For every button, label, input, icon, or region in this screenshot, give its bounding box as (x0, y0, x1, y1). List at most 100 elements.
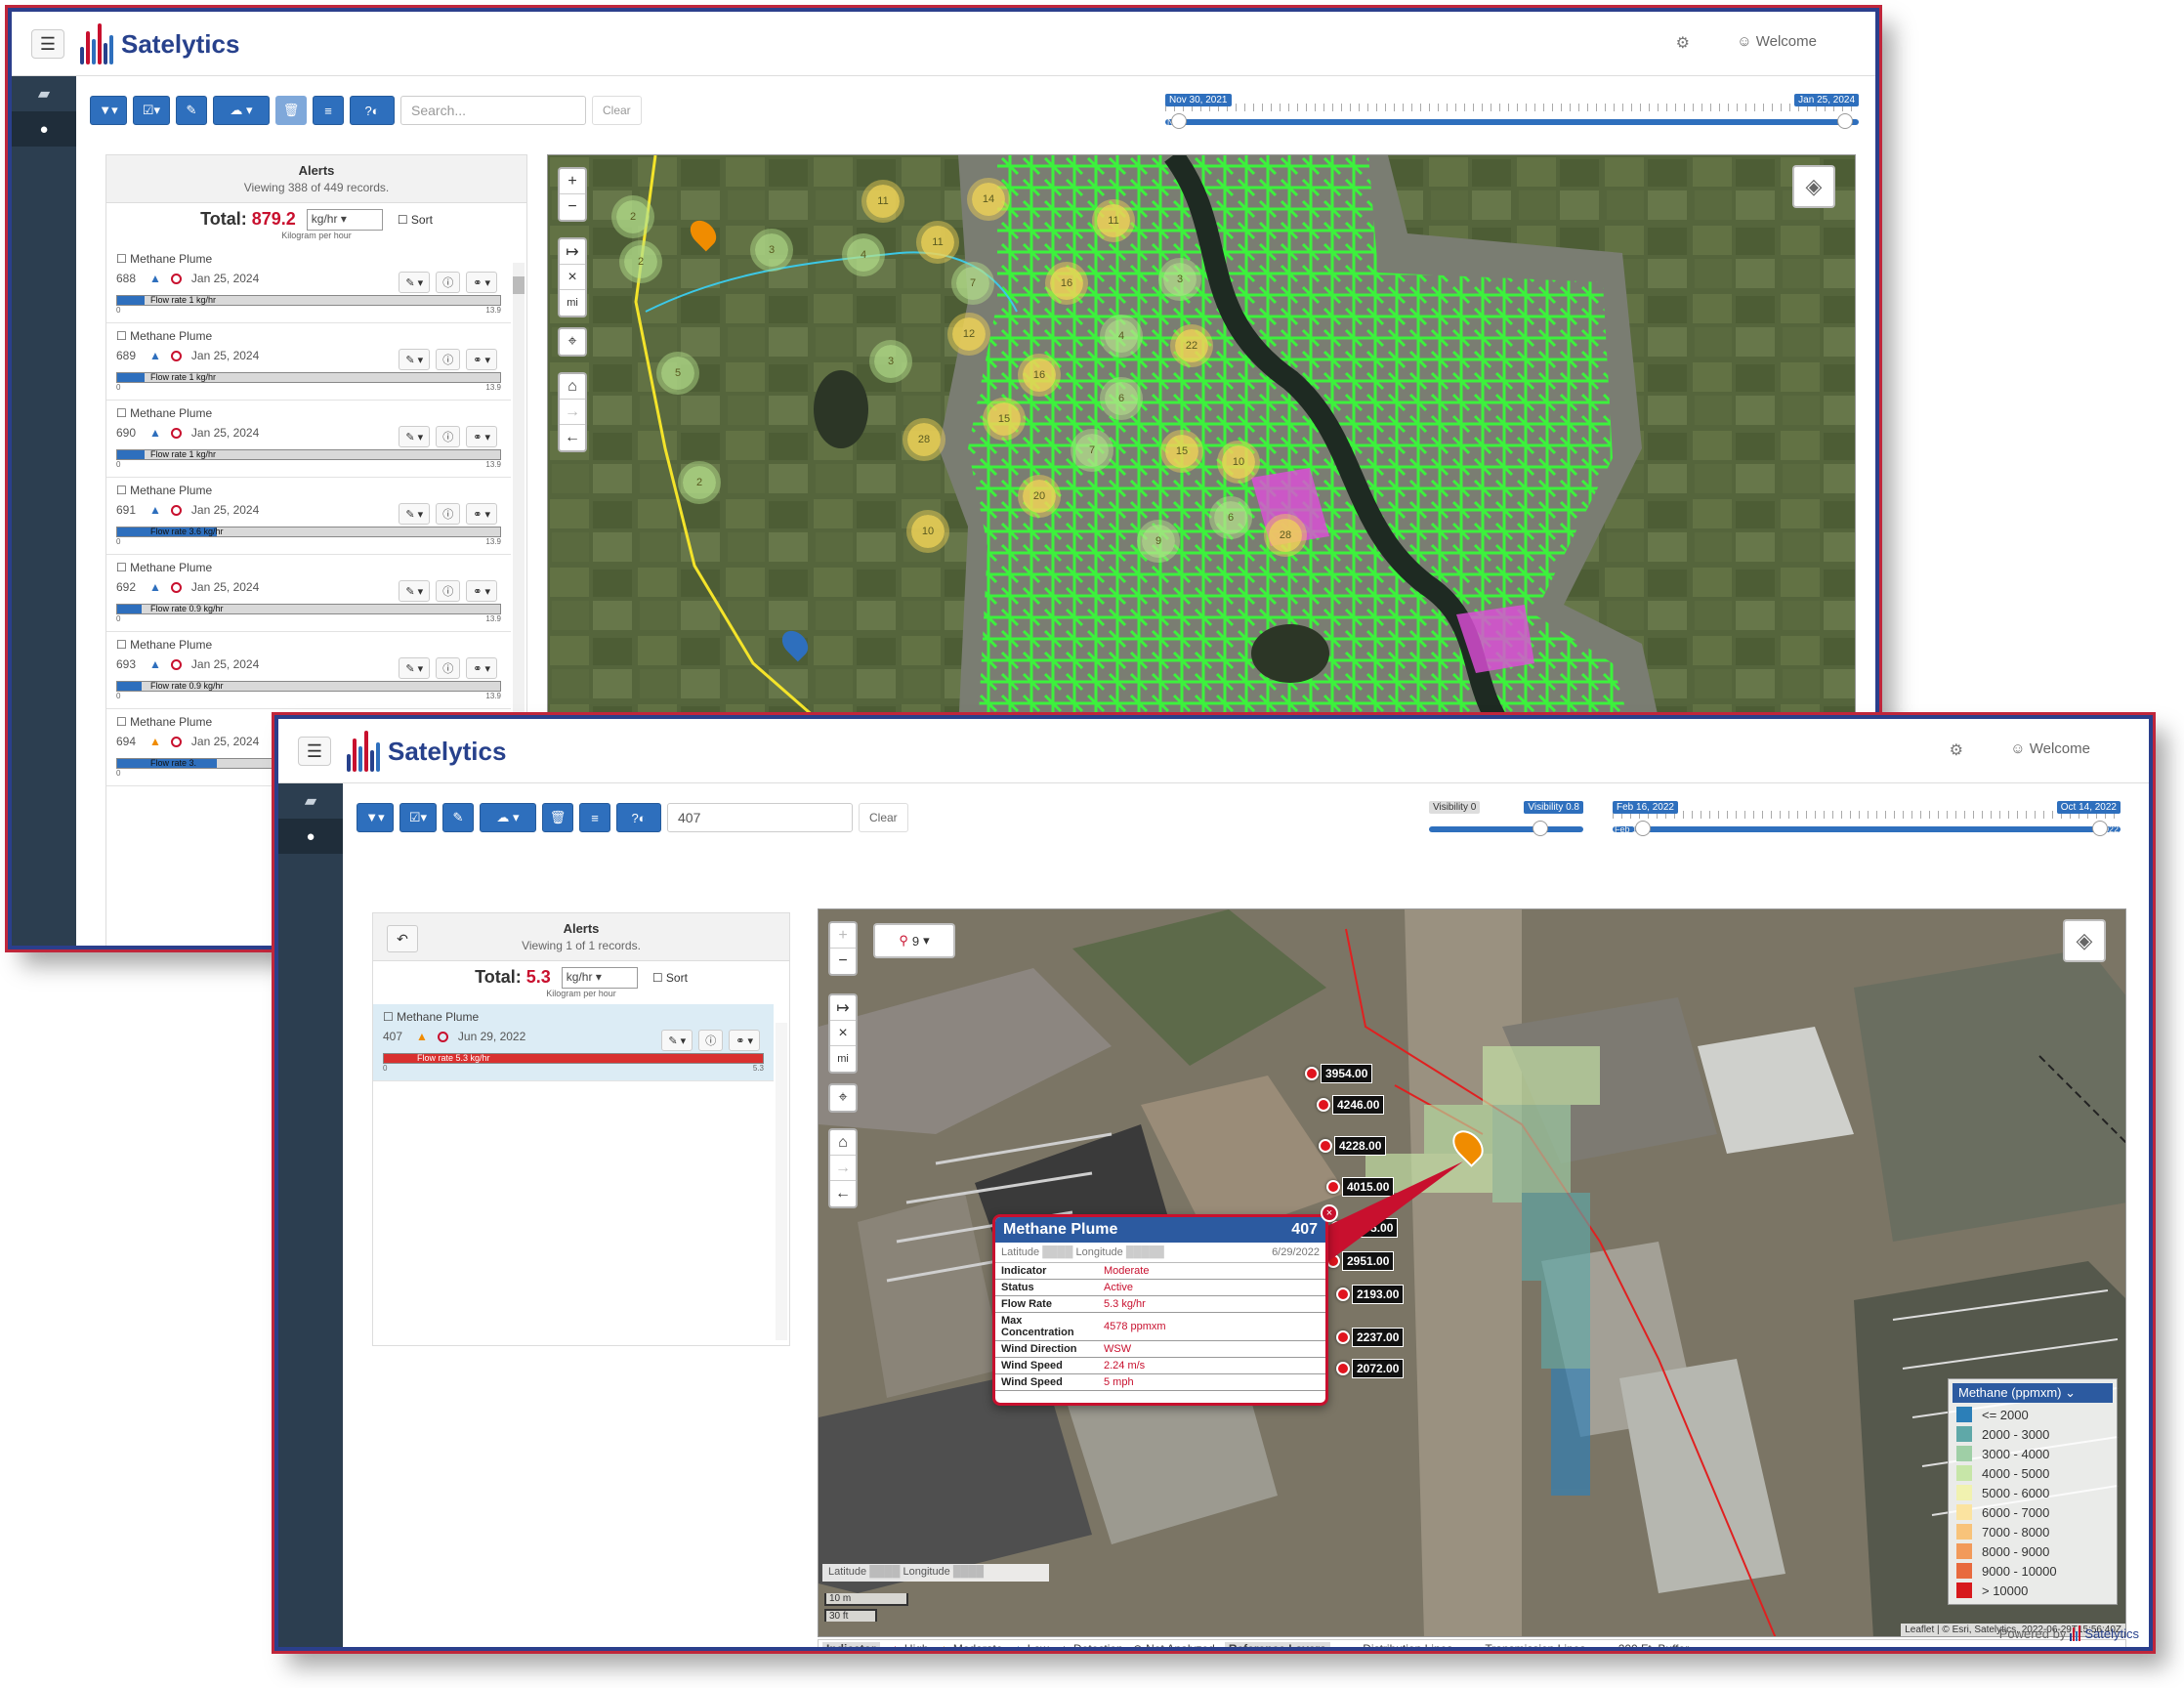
cluster-marker[interactable]: 15 (987, 402, 1021, 436)
cluster-marker[interactable]: 3 (874, 345, 907, 378)
welcome-link[interactable]: ☺ Welcome (1737, 33, 1817, 50)
alerts-scrollbar[interactable] (776, 1023, 787, 1340)
cluster-marker[interactable]: 6 (1105, 382, 1138, 415)
check-button[interactable]: ☑▾ (399, 803, 437, 832)
reading-marker[interactable]: 2237.00 (1336, 1328, 1405, 1347)
cluster-marker[interactable]: 2 (616, 200, 650, 233)
cluster-marker[interactable]: 20 (1023, 480, 1056, 513)
visibility-handle[interactable] (1532, 821, 1548, 836)
edit-button[interactable]: ✎ ▾ (399, 349, 431, 371)
cluster-marker[interactable]: 10 (1222, 445, 1255, 479)
reading-marker[interactable]: 3954.00 (1305, 1064, 1373, 1083)
reading-marker[interactable]: 4015.00 (1326, 1177, 1395, 1197)
cluster-marker[interactable]: 22 (1175, 329, 1208, 362)
cloud-button[interactable]: ☁ ▾ (213, 96, 270, 125)
cluster-marker[interactable]: 2 (683, 466, 716, 499)
cluster-marker[interactable]: 12 (952, 317, 986, 351)
search-input[interactable]: 407 (667, 803, 853, 832)
filter-button[interactable]: ▼▾ (90, 96, 127, 125)
item-checkbox[interactable]: ☐ Methane Plume (116, 561, 501, 574)
edit-button[interactable]: ✎ ▾ (399, 580, 431, 603)
date-slider[interactable]: Nov 30, 2021 Jan 25, 2024 Nov (1165, 94, 1859, 133)
menu-icon[interactable]: ☰ (298, 737, 331, 766)
back-icon[interactable]: ← (830, 1181, 856, 1206)
item-checkbox[interactable]: ☐ Methane Plume (116, 329, 501, 343)
legend-title[interactable]: Methane (ppmxm) ⌄ (1953, 1383, 2113, 1403)
cluster-marker[interactable]: 11 (866, 185, 900, 218)
zoom-in-button[interactable]: + (560, 169, 585, 194)
clear-button[interactable]: Clear (859, 803, 908, 832)
close-icon[interactable]: × (1321, 1204, 1338, 1222)
edit-button[interactable]: ✎ ▾ (399, 272, 431, 294)
binoculars-button[interactable]: ⚭ ▾ (466, 503, 497, 526)
filter-button[interactable]: ▼▾ (357, 803, 394, 832)
item-checkbox[interactable]: ☐ Methane Plume (383, 1010, 764, 1024)
list-button[interactable]: ≡ (579, 803, 610, 832)
info-button[interactable]: ⓘ (436, 349, 461, 371)
home-icon[interactable]: ⌂ (560, 374, 585, 400)
list-button[interactable]: ≡ (313, 96, 344, 125)
reading-marker[interactable]: 4246.00 (1317, 1095, 1385, 1115)
item-checkbox[interactable]: ☐ Methane Plume (116, 484, 501, 497)
welcome-link[interactable]: ☺ Welcome (2010, 740, 2090, 757)
list-item[interactable]: ☐ Methane Plume 693 ▲ Jan 25, 2024 ✎ ▾ ⓘ ⚭ ▾ Fl… (106, 632, 511, 710)
forward-icon[interactable]: → (830, 1156, 856, 1181)
map-overview[interactable]: 2 2 3 4 11 14 11 11 7 16 3 12 3 4 22 5 16 6 15 28 7 15 10 2 20 6 1… (547, 154, 1856, 731)
cluster-marker[interactable]: 6 (1214, 501, 1247, 534)
date-slider[interactable]: Feb 16, 2022 Oct 14, 2022 Feb 1... 2022 (1613, 801, 2121, 840)
binoculars-button[interactable]: ⚭ ▾ (466, 580, 497, 603)
cluster-marker[interactable]: 16 (1023, 359, 1056, 392)
cluster-marker[interactable]: 14 (972, 183, 1005, 216)
cluster-marker[interactable]: 5 (661, 357, 694, 390)
reading-marker[interactable]: 4228.00 (1319, 1136, 1387, 1156)
layers-icon[interactable]: ◈ (2063, 919, 2106, 962)
clear-button[interactable]: Clear (592, 96, 642, 125)
help-toggle-button[interactable]: ?◐ (350, 96, 395, 125)
binoculars-button[interactable]: ⚭ ▾ (466, 657, 497, 680)
droplet-icon[interactable]: ● (12, 111, 76, 147)
cluster-marker[interactable]: 2 (624, 245, 657, 278)
zoom-out-button[interactable]: − (830, 949, 856, 974)
sort-checkbox[interactable]: ☐ Sort (398, 213, 433, 227)
layers-icon[interactable]: ◈ (1792, 165, 1835, 208)
list-item[interactable]: ☐ Methane Plume 692 ▲ Jan 25, 2024 ✎ ▾ ⓘ ⚭ ▾ Fl… (106, 555, 511, 633)
cluster-marker[interactable]: 4 (847, 238, 880, 272)
sort-checkbox[interactable]: ☐ Sort (652, 971, 688, 985)
check-button[interactable]: ☑▾ (133, 96, 170, 125)
locate-icon[interactable]: ⌖ (560, 329, 585, 355)
cluster-marker[interactable]: 4 (1105, 319, 1138, 353)
unit-select[interactable]: kg/hr ▾ (306, 209, 383, 232)
measure-clear-icon[interactable]: × (560, 265, 585, 290)
binoculars-button[interactable]: ⚭ ▾ (729, 1030, 760, 1052)
edit-button[interactable]: ✎ ▾ (399, 503, 431, 526)
info-button[interactable]: ⓘ (436, 503, 461, 526)
gears-icon[interactable]: ⚙ (1950, 740, 1963, 760)
forward-icon[interactable]: → (560, 400, 585, 425)
cluster-marker[interactable]: 11 (921, 226, 954, 259)
gears-icon[interactable]: ⚙ (1676, 33, 1690, 53)
visibility-slider[interactable]: Visibility 0 Visibility 0.8 (1429, 801, 1583, 840)
units-toggle-button[interactable]: mi (560, 290, 585, 316)
units-toggle-button[interactable]: mi (830, 1046, 856, 1072)
cluster-marker[interactable]: 11 (1097, 204, 1130, 237)
trash-button[interactable]: 🗑 (275, 96, 307, 125)
measure-icon[interactable]: ↦ (560, 239, 585, 265)
cluster-marker[interactable]: 10 (911, 515, 945, 548)
cluster-marker[interactable]: 9 (1142, 525, 1175, 558)
info-button[interactable]: ⓘ (436, 657, 461, 680)
cluster-marker[interactable]: 7 (956, 267, 989, 300)
slider-start-handle[interactable] (1635, 821, 1652, 836)
item-checkbox[interactable]: ☐ Methane Plume (116, 638, 501, 652)
trash-button[interactable]: 🗑 (542, 803, 573, 832)
info-button[interactable]: ⓘ (436, 580, 461, 603)
cluster-marker[interactable]: 3 (1163, 263, 1197, 296)
info-button[interactable]: ⓘ (436, 426, 461, 448)
menu-icon[interactable]: ☰ (31, 29, 64, 59)
zoom-out-button[interactable]: − (560, 194, 585, 220)
reading-marker[interactable]: 2072.00 (1336, 1359, 1405, 1378)
reading-marker[interactable]: 3575.00 (1330, 1218, 1399, 1238)
list-item[interactable]: ☐ Methane Plume 407 ▲ Jun 29, 2022 ✎ ▾ ⓘ ⚭ ▾ Fl… (373, 1004, 774, 1082)
locate-icon[interactable]: ⌖ (830, 1085, 856, 1111)
item-checkbox[interactable]: ☐ Methane Plume (116, 252, 501, 266)
home-icon[interactable]: ⌂ (830, 1130, 856, 1156)
